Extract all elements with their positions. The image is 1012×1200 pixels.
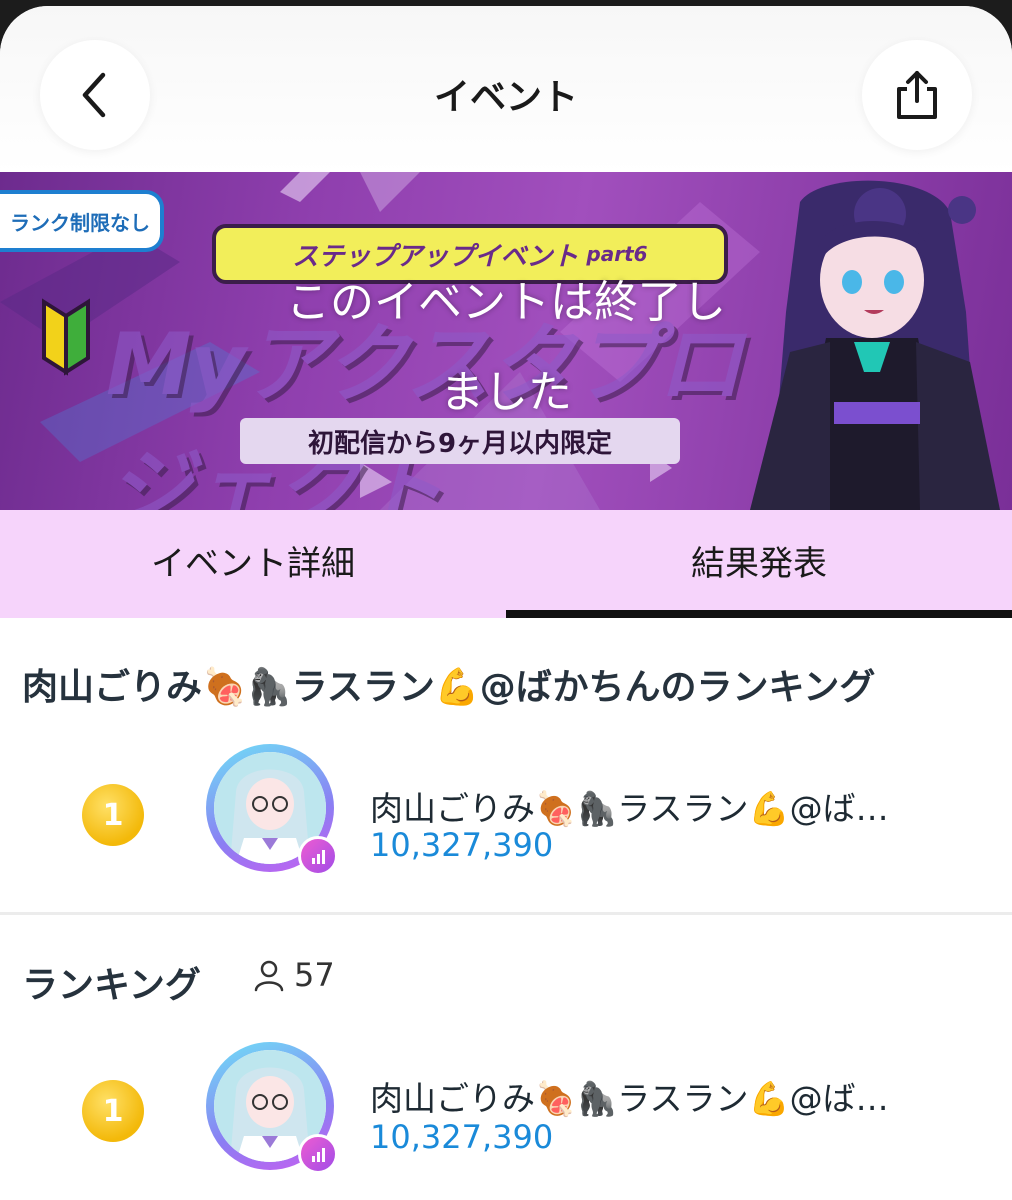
header: イベント (0, 6, 1012, 174)
event-banner: ランク制限なし ステップアップイベント part6 Myアクスタプロジェクト 初… (0, 172, 1012, 510)
ranking-row[interactable]: 1 肉山ごりみ🍖🦍ラスラン💪@ば… 10,327,390 (0, 744, 1012, 894)
rank-limit-badge: ランク制限なし (0, 190, 164, 252)
avatar[interactable] (206, 744, 338, 876)
rank-medal: 1 (82, 784, 144, 846)
person-icon (254, 960, 284, 992)
event-ended-line-1: このイベントは終了し (286, 277, 726, 328)
rank-medal: 1 (82, 1080, 144, 1142)
avatar[interactable] (206, 1042, 338, 1174)
entry-name: 肉山ごりみ🍖🦍ラスラン💪@ば… (370, 1079, 889, 1118)
entry-score: 10,327,390 (370, 1118, 554, 1156)
participant-count-value: 57 (294, 956, 335, 994)
share-button[interactable] (862, 40, 972, 150)
streamer-ranking-title: 肉山ごりみ🍖🦍ラスラン💪@ばかちんのランキング (22, 667, 876, 708)
event-screen: イベント ランク制限なし ステップアップイベント part6 Myアクスタプロジ… (0, 6, 1012, 1200)
section-divider (0, 912, 1012, 915)
entry-name: 肉山ごりみ🍖🦍ラスラン💪@ば… (370, 789, 889, 828)
page-title: イベント (433, 77, 578, 118)
tab-results[interactable]: 結果発表 (506, 510, 1012, 610)
participant-count: 57 (252, 956, 335, 994)
active-tab-indicator (506, 610, 1012, 618)
ranking-title: ランキング (22, 965, 201, 1006)
share-icon (897, 71, 937, 119)
live-rank-icon (298, 1134, 338, 1174)
ranking-row[interactable]: 1 肉山ごりみ🍖🦍ラスラン💪@ば… 10,327,390 (0, 1042, 1012, 1192)
event-ended-overlay: このイベントは終了し ました (0, 258, 1012, 438)
tab-event-details[interactable]: イベント詳細 (0, 510, 506, 610)
tab-bar: イベント詳細 結果発表 (0, 510, 1012, 618)
live-rank-icon (298, 836, 338, 876)
event-ended-line-2: ました (440, 367, 572, 418)
entry-score: 10,327,390 (370, 826, 554, 864)
